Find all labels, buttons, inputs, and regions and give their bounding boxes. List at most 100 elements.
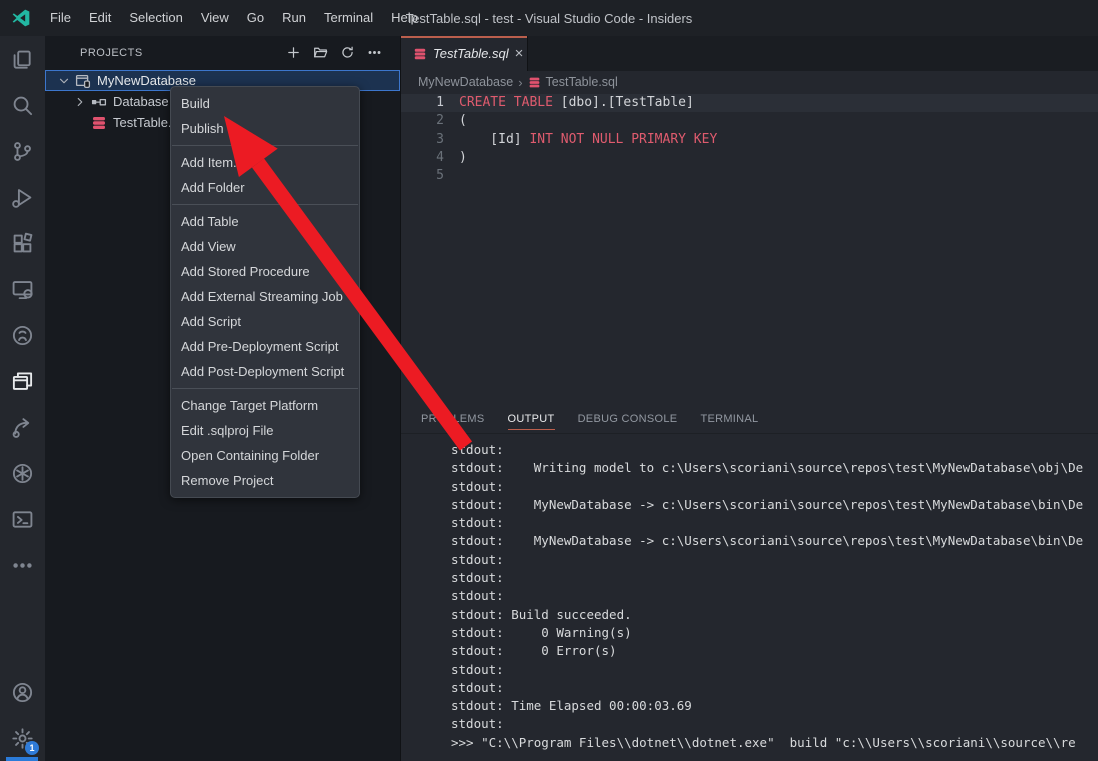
context-menu-item-add-folder[interactable]: Add Folder bbox=[171, 175, 359, 200]
output-line: stdout: bbox=[451, 715, 1098, 733]
panel-tab-output[interactable]: OUTPUT bbox=[508, 413, 555, 430]
code-token: CREATE TABLE bbox=[459, 95, 561, 110]
powershell-icon[interactable] bbox=[0, 496, 45, 542]
more-icon[interactable] bbox=[0, 542, 45, 588]
context-menu-item-publish[interactable]: Publish bbox=[171, 116, 359, 141]
code-token: ) bbox=[459, 150, 467, 165]
activity-bar-spacer bbox=[0, 588, 45, 669]
code-text: ) bbox=[459, 149, 467, 167]
code-text: [Id] INT NOT NULL PRIMARY KEY bbox=[459, 131, 717, 149]
context-menu-item-add-table[interactable]: Add Table bbox=[171, 209, 359, 234]
line-number: 5 bbox=[401, 167, 444, 185]
database-file-icon bbox=[91, 115, 107, 131]
search-icon[interactable] bbox=[0, 82, 45, 128]
context-menu-item-add-view[interactable]: Add View bbox=[171, 234, 359, 259]
tab-close-icon[interactable]: × bbox=[515, 46, 524, 61]
context-menu-item-add-script[interactable]: Add Script bbox=[171, 309, 359, 334]
menu-selection[interactable]: Selection bbox=[120, 0, 191, 36]
breadcrumb: MyNewDatabase › TestTable.sql bbox=[401, 71, 1098, 93]
code-line: 1CREATE TABLE [dbo].[TestTable] bbox=[401, 94, 1098, 112]
output-line: stdout: 0 Warning(s) bbox=[451, 624, 1098, 642]
output-line: stdout: Writing model to c:\Users\scoria… bbox=[451, 459, 1098, 477]
panel-tab-terminal[interactable]: TERMINAL bbox=[700, 413, 758, 429]
context-menu-item-add-external-streaming-job[interactable]: Add External Streaming Job bbox=[171, 284, 359, 309]
context-menu-item-add-pre-deployment-script[interactable]: Add Pre-Deployment Script bbox=[171, 334, 359, 359]
tab-label: TestTable.sql bbox=[433, 46, 509, 61]
output-line: stdout: bbox=[451, 514, 1098, 532]
database-projects-icon[interactable] bbox=[0, 358, 45, 404]
context-menu-item-add-stored-procedure[interactable]: Add Stored Procedure bbox=[171, 259, 359, 284]
line-number: 4 bbox=[401, 149, 444, 167]
vscode-window: FileEditSelectionViewGoRunTerminalHelp T… bbox=[0, 0, 1098, 761]
panel-tab-problems[interactable]: PROBLEMS bbox=[421, 413, 485, 429]
output-line: stdout: bbox=[451, 587, 1098, 605]
panel-tab-debug-console[interactable]: DEBUG CONSOLE bbox=[578, 413, 678, 429]
context-menu-item-open-containing-folder[interactable]: Open Containing Folder bbox=[171, 443, 359, 468]
breadcrumb-file[interactable]: TestTable.sql bbox=[546, 75, 618, 89]
menu-run[interactable]: Run bbox=[273, 0, 315, 36]
panel-tabs: PROBLEMS OUTPUT DEBUG CONSOLE TERMINAL bbox=[401, 405, 1098, 434]
context-menu-item-edit-sqlproj-file[interactable]: Edit .sqlproj File bbox=[171, 418, 359, 443]
output-line: stdout: Time Elapsed 00:00:03.69 bbox=[451, 697, 1098, 715]
output-line: stdout: bbox=[451, 441, 1098, 459]
menu-file[interactable]: File bbox=[41, 0, 80, 36]
output-line: stdout: bbox=[451, 551, 1098, 569]
context-menu-item-add-item-[interactable]: Add Item... bbox=[171, 150, 359, 175]
run-and-debug-icon[interactable] bbox=[0, 174, 45, 220]
code-line: 3 [Id] INT NOT NULL PRIMARY KEY bbox=[401, 131, 1098, 149]
tab-testtable-sql[interactable]: TestTable.sql × bbox=[401, 36, 528, 71]
vscode-insiders-logo bbox=[11, 8, 31, 28]
code-token: [dbo].[TestTable] bbox=[561, 95, 694, 110]
settings-icon[interactable]: 1 bbox=[0, 715, 45, 761]
chevron-right-icon[interactable] bbox=[72, 94, 88, 110]
projects-panel-title: PROJECTS bbox=[80, 47, 143, 59]
chevron-down-icon[interactable] bbox=[56, 73, 72, 89]
output-line: stdout: Build succeeded. bbox=[451, 606, 1098, 624]
database-project-icon bbox=[75, 73, 91, 89]
kubernetes-icon[interactable] bbox=[0, 450, 45, 496]
output-line: stdout: MyNewDatabase -> c:\Users\scoria… bbox=[451, 532, 1098, 550]
explorer-icon[interactable] bbox=[0, 36, 45, 82]
new-project-icon[interactable] bbox=[283, 43, 303, 63]
code-token: INT NOT NULL PRIMARY KEY bbox=[522, 132, 718, 147]
code-token: [Id] bbox=[459, 132, 522, 147]
code-line: 4) bbox=[401, 149, 1098, 167]
editor-tabstrip: TestTable.sql × bbox=[401, 36, 1098, 71]
menu-view[interactable]: View bbox=[192, 0, 238, 36]
code-text: ( bbox=[459, 112, 467, 130]
output-line: stdout: bbox=[451, 661, 1098, 679]
bottom-panel: PROBLEMS OUTPUT DEBUG CONSOLE TERMINAL stdo… bbox=[401, 405, 1098, 761]
menu-go[interactable]: Go bbox=[238, 0, 273, 36]
remote-explorer-icon[interactable] bbox=[0, 266, 45, 312]
output-line: >>> "C:\\Program Files\\dotnet\\dotnet.e… bbox=[451, 734, 1098, 752]
context-menu-item-add-post-deployment-script[interactable]: Add Post-Deployment Script bbox=[171, 359, 359, 384]
source-control-icon[interactable] bbox=[0, 128, 45, 174]
editor-group: TestTable.sql × MyNewDatabase › TestTabl… bbox=[400, 36, 1098, 761]
output-line: stdout: 0 Error(s) bbox=[451, 642, 1098, 660]
live-share-icon[interactable] bbox=[0, 404, 45, 450]
extensions-icon[interactable] bbox=[0, 220, 45, 266]
menu-terminal[interactable]: Terminal bbox=[315, 0, 382, 36]
accounts-icon[interactable] bbox=[0, 669, 45, 715]
code-editor[interactable]: 1CREATE TABLE [dbo].[TestTable]2(3 [Id] … bbox=[401, 93, 1098, 405]
menu-separator bbox=[172, 388, 358, 389]
references-icon bbox=[91, 94, 107, 110]
output-line: stdout: bbox=[451, 569, 1098, 587]
open-folder-icon[interactable] bbox=[310, 43, 330, 63]
menu-separator bbox=[172, 145, 358, 146]
menu-edit[interactable]: Edit bbox=[80, 0, 120, 36]
code-token: ( bbox=[459, 113, 467, 128]
context-menu-item-change-target-platform[interactable]: Change Target Platform bbox=[171, 393, 359, 418]
github-icon[interactable] bbox=[0, 312, 45, 358]
more-actions-icon[interactable] bbox=[364, 43, 384, 63]
projects-panel-header: PROJECTS bbox=[45, 36, 400, 69]
statusbar-remnant bbox=[6, 757, 38, 761]
projects-toolbar bbox=[283, 43, 384, 63]
context-menu-item-build[interactable]: Build bbox=[171, 91, 359, 116]
code-line: 5 bbox=[401, 167, 1098, 185]
breadcrumb-project[interactable]: MyNewDatabase bbox=[418, 75, 513, 89]
window-title: TestTable.sql - test - Visual Studio Cod… bbox=[406, 11, 693, 26]
output-console[interactable]: stdout:stdout: Writing model to c:\Users… bbox=[401, 434, 1098, 761]
context-menu-item-remove-project[interactable]: Remove Project bbox=[171, 468, 359, 493]
refresh-icon[interactable] bbox=[337, 43, 357, 63]
